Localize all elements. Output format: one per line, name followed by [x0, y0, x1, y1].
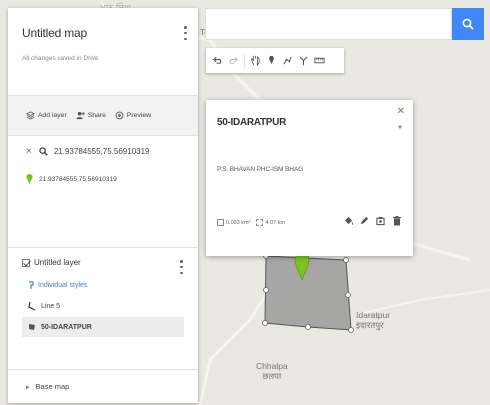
search-point-row[interactable]: 21.93784555,75.56910319: [26, 174, 198, 184]
paint-icon: [29, 281, 34, 289]
preview-label: Preview: [126, 112, 152, 119]
search-button[interactable]: [452, 8, 484, 40]
search-query-text: 21.93784555,75.56910319: [53, 147, 150, 156]
map-sidebar: Untitled map All changes saved in Drive …: [8, 8, 198, 403]
search-icon: [39, 147, 48, 156]
layer-item-50-idaratpur[interactable]: 50-IDARATPUR: [22, 317, 184, 337]
edit-icon[interactable]: [360, 215, 369, 226]
marker-icon[interactable]: [264, 51, 279, 71]
green-marker-icon: [26, 174, 33, 184]
layer-item-label: 50-IDARATPUR: [41, 323, 92, 331]
basemap-label: Base map: [35, 382, 70, 391]
chevron-down-icon[interactable]: ▼: [397, 125, 403, 131]
style-paint-icon[interactable]: [344, 215, 353, 226]
layer-item-label: Line 5: [41, 303, 61, 310]
layer-header[interactable]: Untitled layer: [22, 258, 198, 267]
feature-measurements: 0.093 km² 4.07 km: [217, 219, 285, 226]
perimeter-icon: [256, 219, 264, 226]
search-icon: [462, 18, 474, 30]
hand-icon[interactable]: [248, 51, 263, 71]
directions-icon[interactable]: [296, 51, 311, 71]
save-status: All changes saved in Drive: [22, 55, 99, 62]
individual-styles-label: Individual styles: [38, 282, 88, 289]
search-point-text: 21.93784555,75.56910319: [39, 175, 117, 183]
polygon-icon: [29, 324, 35, 330]
layer-item-line-5[interactable]: Line 5: [22, 296, 198, 317]
map-label-chhalpa-text: Chhalpa: [256, 361, 288, 371]
share-label: Share: [87, 112, 106, 119]
preview-icon: [115, 111, 124, 120]
feature-title: 50-IDARATPUR: [217, 117, 286, 128]
add-layer-label: Add layer: [38, 112, 67, 119]
delete-icon[interactable]: [392, 215, 401, 226]
perimeter-value: 4.07 km: [265, 219, 286, 226]
perimeter-measurement: 4.07 km: [256, 219, 285, 226]
share-button[interactable]: Share: [76, 111, 106, 120]
search-result-section: × 21.93784555,75.56910319 21.93784555,75…: [8, 136, 198, 248]
map-options-icon[interactable]: [184, 26, 188, 40]
map-title[interactable]: Untitled map: [22, 26, 198, 40]
layer-section: Untitled layer Individual styles Line 5 …: [8, 248, 198, 370]
share-icon: [76, 111, 85, 120]
line-icon: [28, 302, 36, 311]
draw-line-icon[interactable]: [280, 51, 295, 71]
close-search-icon[interactable]: ×: [26, 146, 32, 157]
ruler-icon[interactable]: [312, 51, 327, 71]
map-label-chhalpa: Chhalpa छलपा: [256, 361, 288, 381]
add-layer-icon: [26, 111, 35, 120]
area-value: 0.093 km²: [226, 219, 251, 226]
map-toolbar: [206, 48, 344, 73]
expand-arrow-icon: ▸: [26, 383, 30, 391]
feature-info-card: 50-IDARATPUR ✕ ▼ P.S. BHAVAN PHC-ISM BHA…: [206, 100, 413, 256]
map-label-idaratpur-local: इदारतपुर: [356, 320, 384, 330]
panel-header: Untitled map All changes saved in Drive: [8, 8, 198, 96]
search-query-row: × 21.93784555,75.56910319: [26, 146, 198, 157]
close-icon[interactable]: ✕: [397, 106, 405, 117]
map-label-idaratpur: Idaratpur इदारतपुर: [356, 310, 390, 330]
map-label-idaratpur-text: Idaratpur: [356, 310, 391, 320]
feature-description: P.S. BHAVAN PHC-ISM BHAG: [217, 166, 304, 173]
layer-name[interactable]: Untitled layer: [34, 258, 81, 267]
toolbar-divider: [244, 53, 245, 68]
layer-checkbox[interactable]: [22, 258, 30, 267]
basemap-toggle[interactable]: ▸ Base map: [8, 370, 198, 391]
map-label-chhalpa-local: छलपा: [262, 371, 282, 381]
redo-icon[interactable]: [226, 51, 241, 71]
feature-actions: [344, 215, 401, 226]
individual-styles-link[interactable]: Individual styles: [28, 281, 198, 290]
add-layer-button[interactable]: Add layer: [26, 111, 67, 120]
layer-options-icon[interactable]: [180, 260, 184, 274]
preview-button[interactable]: Preview: [115, 111, 151, 120]
area-icon: [217, 219, 224, 226]
image-icon[interactable]: [376, 215, 385, 226]
search-box[interactable]: [205, 8, 452, 40]
panel-actions: Add layer Share Preview: [8, 96, 198, 136]
area-measurement: 0.093 km²: [217, 219, 250, 226]
undo-icon[interactable]: [210, 51, 225, 71]
